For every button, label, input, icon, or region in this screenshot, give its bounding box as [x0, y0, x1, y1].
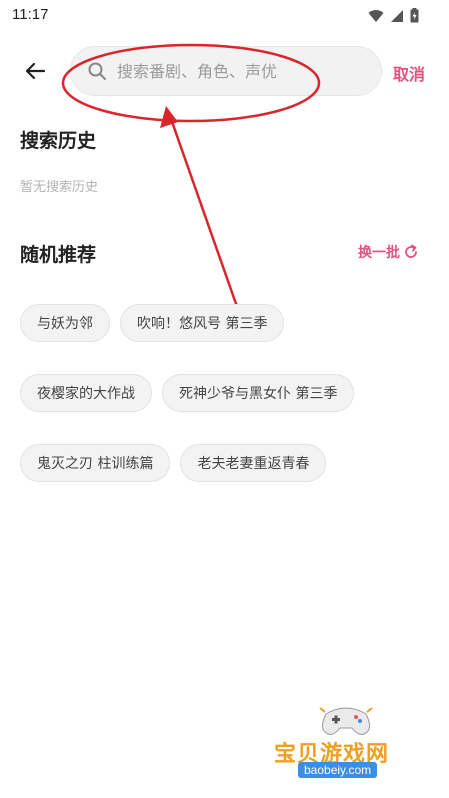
recommend-tag[interactable]: 夜樱家的大作战 [20, 374, 152, 412]
signal-icon [391, 9, 403, 22]
annotation-arrow-line [168, 115, 243, 319]
search-input[interactable] [117, 61, 357, 81]
search-header: 取消 [0, 44, 449, 98]
refresh-label: 换一批 [358, 245, 400, 261]
wifi-icon [368, 9, 384, 22]
recommend-tags: 与妖为邻 吹响！悠风号 第三季 夜樱家的大作战 死神少爷与黑女仆 第三季 鬼灭之… [20, 304, 440, 514]
recommend-tag[interactable]: 吹响！悠风号 第三季 [120, 304, 285, 342]
tag-row: 鬼灭之刃 柱训练篇 老夫老妻重返青春 [20, 444, 440, 482]
watermark: 宝贝游戏网 baobeiy.com [270, 700, 420, 792]
arrow-left-icon [25, 62, 46, 80]
status-icons [368, 8, 419, 23]
recommend-tag[interactable]: 死神少爷与黑女仆 第三季 [162, 374, 355, 412]
annotation-arrow-head [160, 106, 178, 128]
battery-icon [410, 8, 419, 23]
search-box[interactable] [70, 46, 382, 96]
refresh-button[interactable]: 换一批 [358, 242, 419, 262]
random-recommend-title: 随机推荐 [20, 244, 97, 266]
status-bar: 11:17 [0, 0, 449, 32]
gamepad-logo-icon [319, 707, 373, 735]
search-icon [87, 61, 107, 81]
watermark-url: baobeiy.com [298, 762, 378, 778]
cancel-button[interactable]: 取消 [393, 61, 425, 85]
tag-row: 夜樱家的大作战 死神少爷与黑女仆 第三季 [20, 374, 440, 412]
recommend-tag[interactable]: 老夫老妻重返青春 [180, 444, 327, 482]
recommend-tag[interactable]: 鬼灭之刃 柱训练篇 [20, 444, 171, 482]
recommend-tag[interactable]: 与妖为邻 [20, 304, 110, 342]
status-time: 11:17 [12, 6, 49, 23]
refresh-icon [405, 244, 417, 258]
tag-row: 与妖为邻 吹响！悠风号 第三季 [20, 304, 440, 342]
back-button[interactable] [20, 56, 50, 86]
search-history-title: 搜索历史 [20, 130, 97, 152]
search-history-empty: 暂无搜索历史 [20, 180, 99, 195]
